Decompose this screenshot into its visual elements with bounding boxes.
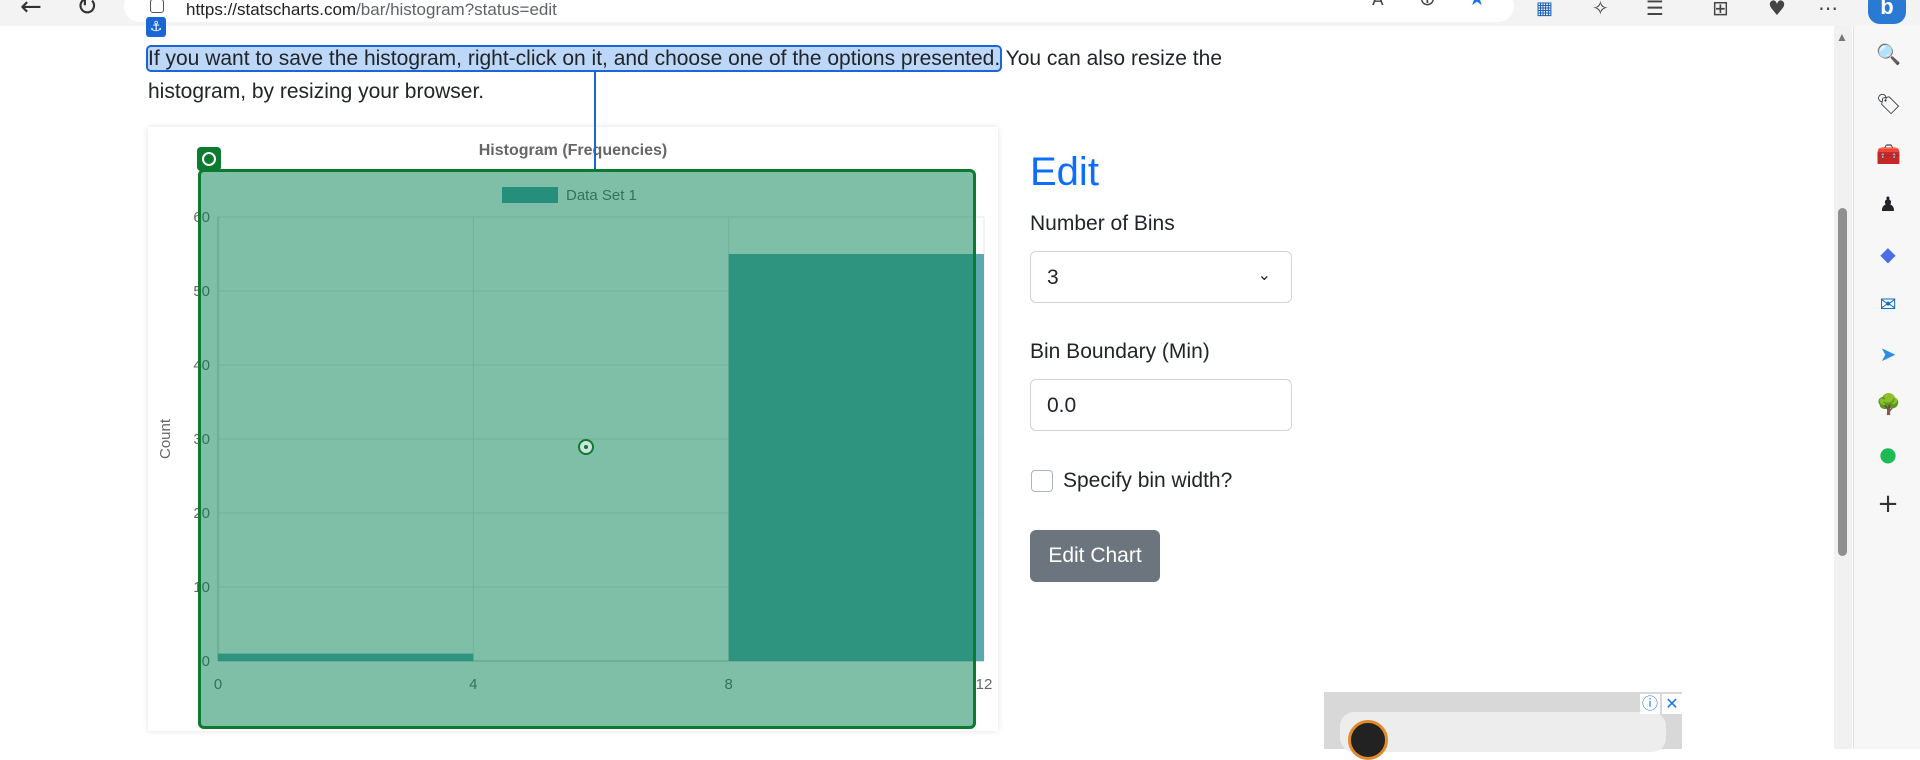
crosshair-icon <box>578 439 594 455</box>
outlook-icon[interactable]: ✉ <box>1876 292 1900 316</box>
add-icon[interactable]: + <box>1876 491 1900 517</box>
edit-heading: Edit <box>1030 150 1099 194</box>
page-info-icon[interactable] <box>150 0 164 13</box>
favorite-star-icon[interactable]: ★ <box>1468 0 1486 10</box>
extension-icon[interactable]: ▦ <box>1536 0 1553 19</box>
read-aloud-icon[interactable]: A <box>1372 0 1384 10</box>
bin-width-label[interactable]: Specify bin width? <box>1063 469 1232 493</box>
y-axis-label: Count <box>157 418 174 459</box>
toolbox-icon[interactable]: 🧰 <box>1876 142 1901 166</box>
spotify-icon[interactable]: ● <box>1876 442 1900 466</box>
bing-copilot-icon[interactable]: b <box>1868 0 1906 24</box>
address-bar[interactable]: https://statscharts.com/bar/histogram?st… <box>124 0 1514 22</box>
ad-close-icon[interactable]: ✕ <box>1662 694 1682 714</box>
browser-sidebar: 🔍 🏷 🧰 ♟ ◆ ✉ ➤ 🌳 ● + <box>1853 26 1920 749</box>
browser-toolbar: ← ↻ https://statscharts.com/bar/histogra… <box>0 0 1920 26</box>
favorites-list-icon[interactable]: ☰ <box>1646 0 1664 20</box>
shopping-tag-icon[interactable]: 🏷 <box>1876 92 1901 116</box>
zoom-icon[interactable]: ⊕ <box>1419 0 1436 10</box>
scroll-up-icon[interactable]: ▲ <box>1836 30 1848 44</box>
ad-content[interactable] <box>1340 712 1666 752</box>
ad-logo <box>1348 720 1388 760</box>
url-text[interactable]: https://statscharts.com/bar/histogram?st… <box>186 0 557 20</box>
intro-paragraph: If you want to save the histogram, right… <box>145 42 1278 108</box>
chart-title: Histogram (Frequencies) <box>479 142 667 159</box>
chess-icon[interactable]: ♟ <box>1876 192 1900 216</box>
reload-icon[interactable]: ↻ <box>76 0 98 22</box>
target-icon[interactable] <box>197 147 221 171</box>
collections-icon[interactable]: ⊞ <box>1712 0 1729 20</box>
boundary-label: Bin Boundary (Min) <box>1030 340 1210 363</box>
x-tick-label: 12 <box>976 676 993 693</box>
send-icon[interactable]: ➤ <box>1876 342 1900 366</box>
inspector-connector-line <box>594 72 596 169</box>
boundary-input[interactable]: 0.0 <box>1030 379 1292 431</box>
scrollbar-thumb[interactable] <box>1838 208 1847 556</box>
search-icon[interactable]: 🔍 <box>1876 42 1901 66</box>
ad-info-icon[interactable]: ⓘ <box>1640 694 1660 714</box>
edit-chart-button[interactable]: Edit Chart <box>1030 530 1160 582</box>
advertisement[interactable] <box>1324 692 1682 760</box>
highlighted-sentence: If you want to save the histogram, right… <box>145 45 1003 72</box>
bin-width-checkbox[interactable] <box>1031 470 1053 492</box>
bins-select[interactable]: 3 ⌄ <box>1030 251 1292 303</box>
back-icon[interactable]: ← <box>20 0 42 22</box>
bins-select-value: 3 <box>1047 266 1059 289</box>
puzzle-icon[interactable]: ✧ <box>1592 0 1609 20</box>
copilot-icon[interactable]: ◆ <box>1876 242 1900 266</box>
anchor-icon[interactable]: ⚓ <box>146 17 166 37</box>
tree-icon[interactable]: 🌳 <box>1876 392 1901 416</box>
performance-icon[interactable]: ♥ <box>1768 0 1786 20</box>
boundary-input-value: 0.0 <box>1047 394 1077 417</box>
bins-label: Number of Bins <box>1030 212 1175 235</box>
more-options-icon[interactable]: ⋯ <box>1818 0 1838 20</box>
chevron-down-icon: ⌄ <box>1257 265 1271 284</box>
